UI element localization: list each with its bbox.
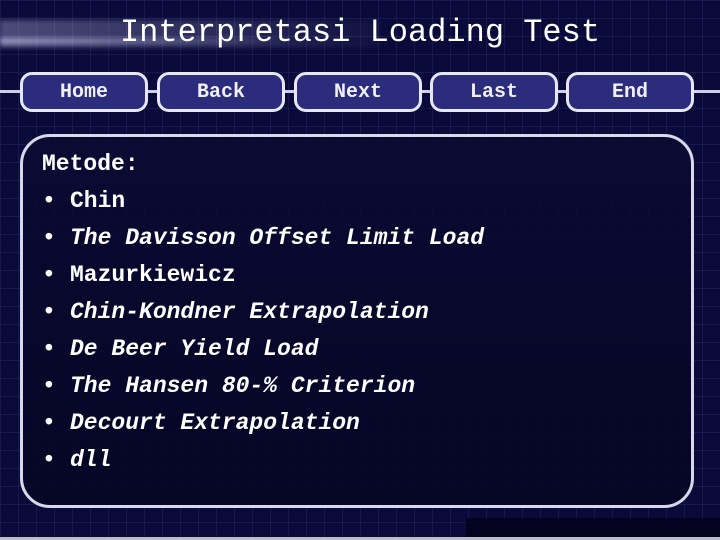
home-button[interactable]: Home (20, 72, 148, 112)
methods-content: Metode: • Chin • The Davisson Offset Limit… (42, 146, 484, 479)
list-item: • Chin (42, 183, 484, 220)
bullet-icon: • (42, 373, 56, 399)
bullet-icon: • (42, 188, 56, 214)
methods-heading: Metode: (42, 151, 139, 177)
bullet-icon: • (42, 447, 56, 473)
list-item: • Mazurkiewicz (42, 257, 484, 294)
navigation-bar: Home Back Next Last End (0, 72, 720, 112)
method-label: Decourt Extrapolation (70, 410, 360, 436)
last-button[interactable]: Last (430, 72, 558, 112)
methods-list: • Chin • The Davisson Offset Limit Load • M… (42, 183, 484, 479)
end-button[interactable]: End (566, 72, 694, 112)
method-label: dll (70, 447, 112, 473)
method-label: The Davisson Offset Limit Load (70, 225, 485, 251)
method-label: Mazurkiewicz (70, 262, 236, 288)
list-item: • The Hansen 80-% Criterion (42, 368, 484, 405)
next-button[interactable]: Next (294, 72, 422, 112)
method-label: The Hansen 80-% Criterion (70, 373, 416, 399)
page-title: Interpretasi Loading Test (119, 14, 601, 51)
bullet-icon: • (42, 336, 56, 362)
list-item: • dll (42, 442, 484, 479)
method-label: Chin (70, 188, 126, 214)
list-item: • De Beer Yield Load (42, 331, 484, 368)
bullet-icon: • (42, 299, 56, 325)
bullet-icon: • (42, 225, 56, 251)
bullet-icon: • (42, 410, 56, 436)
method-label: De Beer Yield Load (70, 336, 319, 362)
list-item: • Chin-Kondner Extrapolation (42, 294, 484, 331)
list-item: • Decourt Extrapolation (42, 405, 484, 442)
method-label: Chin-Kondner Extrapolation (70, 299, 429, 325)
list-item: • The Davisson Offset Limit Load (42, 220, 484, 257)
back-button[interactable]: Back (157, 72, 285, 112)
bullet-icon: • (42, 262, 56, 288)
